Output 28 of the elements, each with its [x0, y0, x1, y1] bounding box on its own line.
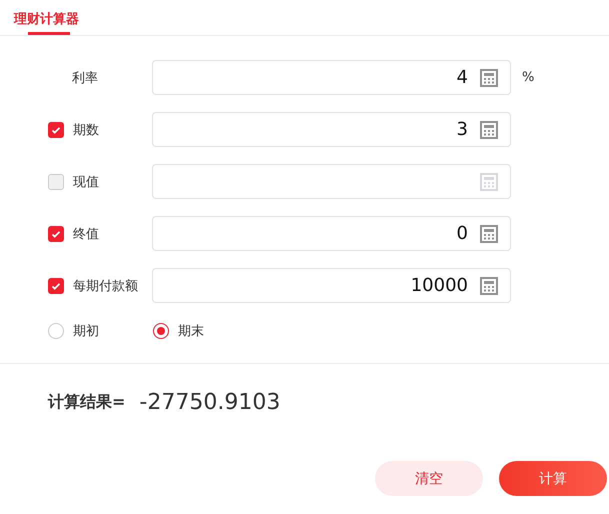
input-field[interactable]: 4 — [152, 60, 511, 95]
unit-label: % — [522, 70, 534, 85]
calculator-icon[interactable] — [480, 120, 498, 138]
result-label: 计算结果= — [48, 392, 126, 413]
checkbox[interactable] — [48, 278, 64, 294]
field-label: 利率 — [72, 70, 98, 86]
field-label: 每期付款额 — [73, 278, 138, 294]
field-label: 终值 — [73, 226, 99, 242]
radio-label: 期末 — [178, 323, 204, 340]
checkbox[interactable] — [48, 226, 64, 242]
calculator-icon[interactable] — [480, 276, 498, 294]
clear-button[interactable]: 清空 — [375, 461, 483, 496]
input-field[interactable]: 10000 — [152, 268, 511, 303]
checkbox[interactable] — [48, 174, 64, 190]
radio-button[interactable] — [48, 323, 64, 339]
calculator-icon[interactable] — [480, 224, 498, 242]
result-value: -27750.9103 — [139, 390, 280, 415]
calculator-icon[interactable] — [480, 68, 498, 86]
field-label: 期数 — [73, 122, 99, 138]
input-field[interactable] — [152, 164, 511, 199]
calculate-button[interactable]: 计算 — [499, 461, 607, 496]
tab[interactable]: 理财计算器 — [14, 0, 79, 35]
checkbox[interactable] — [48, 122, 64, 138]
field-label: 现值 — [73, 174, 99, 190]
radio-label: 期初 — [73, 323, 99, 340]
input-field[interactable]: 3 — [152, 112, 511, 147]
radio-button[interactable] — [153, 323, 169, 339]
input-field[interactable]: 0 — [152, 216, 511, 251]
